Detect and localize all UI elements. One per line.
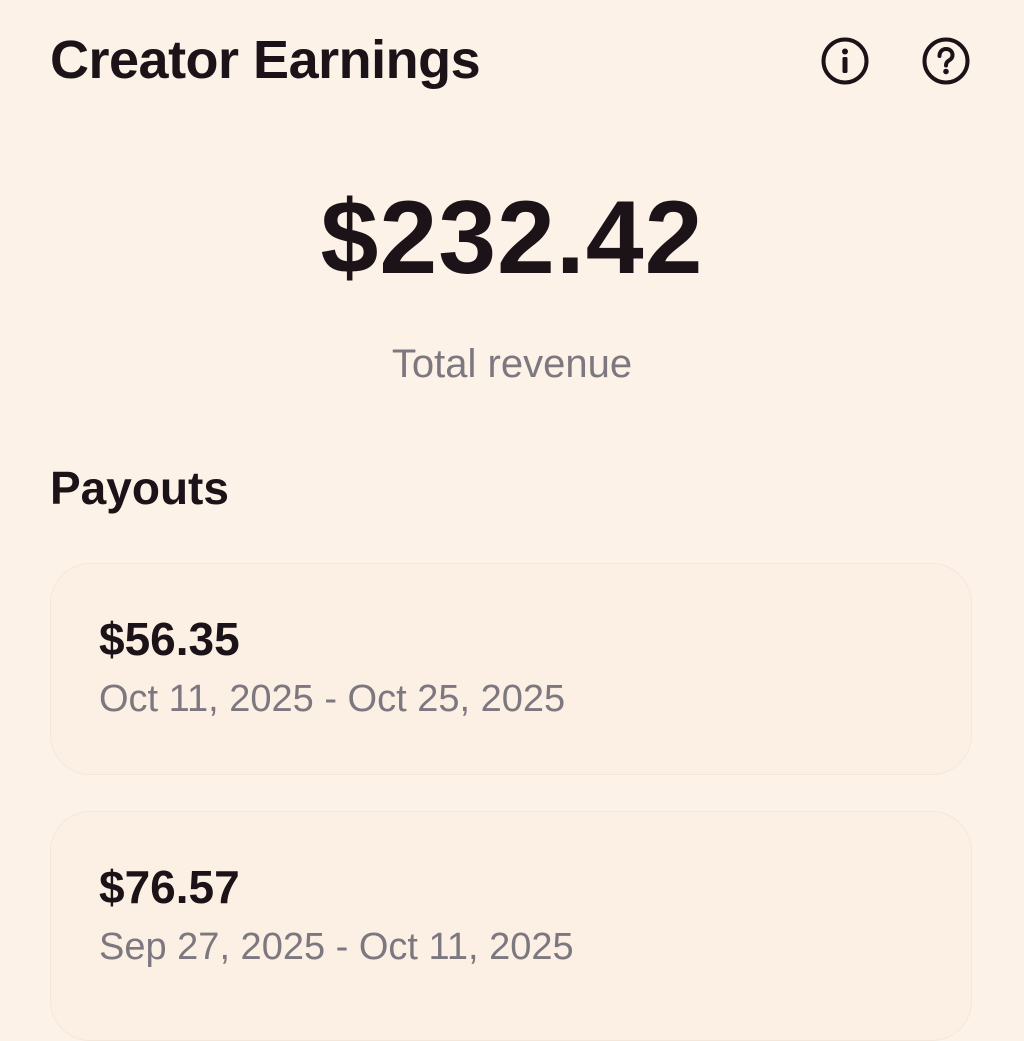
payout-card[interactable]: $56.35 Oct 11, 2025 - Oct 25, 2025 [50,563,972,775]
info-icon [821,37,869,85]
payout-date-range: Sep 27, 2025 - Oct 11, 2025 [99,926,574,968]
revenue-summary: $232.42 Total revenue [0,178,1024,388]
info-button[interactable] [820,36,870,86]
total-revenue-amount: $232.42 [320,180,704,296]
help-icon [922,37,970,85]
payout-card[interactable]: $76.57 Sep 27, 2025 - Oct 11, 2025 [50,811,972,1041]
app-header: Creator Earnings [0,0,1024,120]
page-title: Creator Earnings [50,30,481,90]
payouts-heading: Payouts [50,462,229,514]
total-revenue-label: Total revenue [391,342,633,386]
help-button[interactable] [921,36,971,86]
payout-amount: $56.35 [99,613,240,665]
payout-amount: $76.57 [99,861,240,913]
payout-date-range: Oct 11, 2025 - Oct 25, 2025 [99,678,566,720]
